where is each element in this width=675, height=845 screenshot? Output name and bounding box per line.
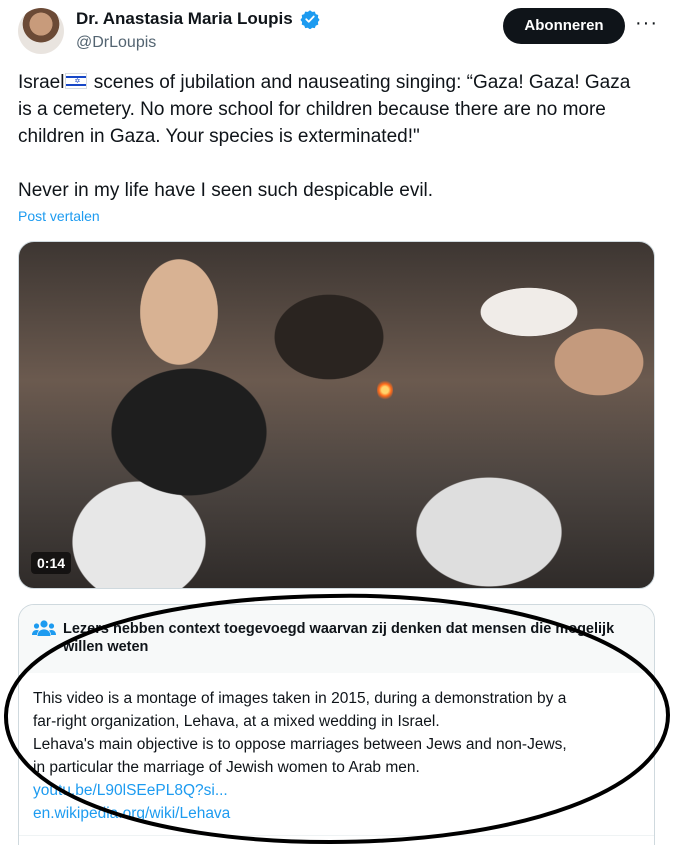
note-line: This video is a montage of images taken … [33,690,567,707]
post-page: Dr. Anastasia Maria Loupis @DrLoupis Abo… [0,0,675,845]
community-note-body: This video is a montage of images taken … [33,687,643,825]
note-line: Lehava's main objective is to oppose mar… [33,736,567,753]
translate-post-link[interactable]: Post vertalen [18,208,100,224]
author-handle[interactable]: @DrLoupis [76,32,320,54]
people-icon [32,620,56,636]
video-player[interactable]: 0:14 [18,241,655,589]
tweet-text-part: Israel [18,72,65,93]
divider [19,835,654,836]
israel-flag-icon: ✡ [65,73,88,89]
note-line: far-right organization, Lehava, at a mix… [33,713,440,730]
author-name[interactable]: Dr. Anastasia Maria Loupis [76,8,293,30]
more-options-icon[interactable]: ··· [635,13,659,36]
note-source-link-youtube[interactable]: youtu.be/L90lSEePL8Q?si... [33,779,643,802]
subscribe-button[interactable]: Abonneren [503,8,625,44]
verified-badge-icon [300,10,320,29]
post-header: Dr. Anastasia Maria Loupis @DrLoupis Abo… [18,6,658,56]
author-block: Dr. Anastasia Maria Loupis @DrLoupis [76,8,320,54]
community-note-header: Lezers hebben context toegevoegd waarvan… [19,605,654,673]
community-note-title: Lezers hebben context toegevoegd waarvan… [63,621,615,655]
tweet-text-part: scenes of jubilation and nauseating sing… [88,72,631,93]
video-duration-badge: 0:14 [31,552,72,574]
tweet-line-1: Israel ✡ scenes of jubilation and nauseat… [18,69,658,96]
community-note: Lezers hebben context toegevoegd waarvan… [18,604,655,845]
tweet-text: Israel ✡ scenes of jubilation and nauseat… [18,69,658,204]
note-source-link-wikipedia[interactable]: en.wikipedia.org/wiki/Lehava [33,802,643,825]
tweet-line-2: is a cemetery. No more school for childr… [18,99,606,120]
tweet-line-4: Never in my life have I seen such despic… [18,180,434,201]
video-frame-detail [377,379,393,401]
avatar[interactable] [18,8,64,54]
tweet-line-3: children in Gaza. Your species is exterm… [18,126,420,147]
note-line: in particular the marriage of Jewish wom… [33,759,420,776]
